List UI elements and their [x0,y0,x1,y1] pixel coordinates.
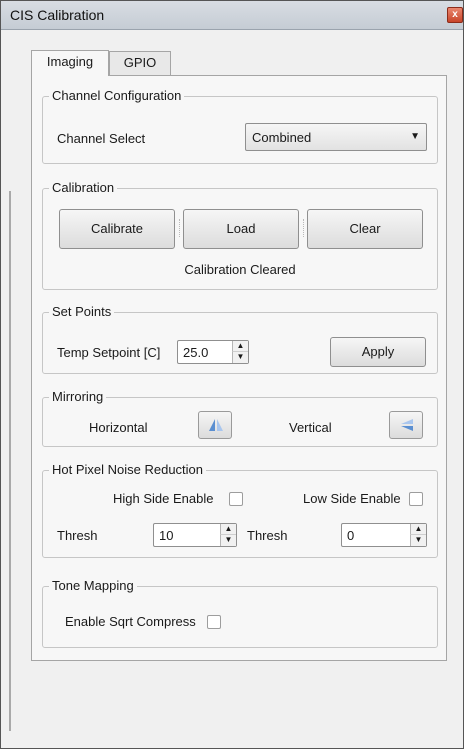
close-icon[interactable]: x [447,7,463,23]
tab-gpio[interactable]: GPIO [109,51,171,75]
calibration-title: Calibration [49,180,118,196]
app-window: CIS Calibration x Imaging GPIO Channel C… [0,0,464,749]
high-side-enable-label: High Side Enable [113,491,214,506]
thresh-high-spinbox[interactable]: 10 ▲ ▼ [153,523,237,547]
load-button[interactable]: Load [183,209,299,249]
spin-down-icon[interactable]: ▼ [410,535,426,546]
thresh-low-value: 0 [347,528,355,543]
chevron-down-icon: ▼ [410,131,420,142]
thresh-low-label: Thresh [247,528,288,543]
low-side-enable-checkbox[interactable] [409,492,423,506]
horizontal-label: Horizontal [89,420,148,435]
calibrate-button[interactable]: Calibrate [59,209,175,249]
mirror-horizontal-button[interactable] [198,411,232,439]
tone-mapping-group: Tone Mapping Enable Sqrt Compress [42,578,438,648]
thresh-low-spinbox[interactable]: 0 ▲ ▼ [341,523,427,547]
channel-select-value: Combined [252,130,312,145]
channel-configuration-group: Channel Configuration Channel Select Com… [42,88,438,164]
spin-up-icon[interactable]: ▲ [232,341,248,352]
enable-sqrt-compress-label: Enable Sqrt Compress [65,614,196,629]
apply-button[interactable]: Apply [330,337,426,367]
window-left-frame [9,191,11,731]
thresh-high-label: Thresh [57,528,98,543]
channel-configuration-title: Channel Configuration [49,88,185,104]
window-title: CIS Calibration [10,7,105,23]
title-bar[interactable]: CIS Calibration x [1,1,463,30]
button-separator [179,219,182,237]
high-side-enable-checkbox[interactable] [229,492,243,506]
channel-select-dropdown[interactable]: Combined ▼ [245,123,427,151]
set-points-group: Set Points Temp Setpoint [C] 25.0 ▲ ▼ Ap… [42,304,438,374]
button-separator [303,219,306,237]
spin-down-icon[interactable]: ▼ [220,535,236,546]
mirroring-group: Mirroring Horizontal Vertical [42,389,438,447]
tab-imaging[interactable]: Imaging [31,50,109,76]
spin-up-icon[interactable]: ▲ [220,524,236,535]
enable-sqrt-compress-checkbox[interactable] [207,615,221,629]
mirror-vertical-icon [401,419,413,431]
spin-up-icon[interactable]: ▲ [410,524,426,535]
temp-setpoint-label: Temp Setpoint [C] [57,345,161,360]
mirror-vertical-button[interactable] [389,411,423,439]
calibration-status: Calibration Cleared [184,262,296,277]
set-points-title: Set Points [49,304,115,320]
temp-setpoint-value: 25.0 [183,345,209,360]
clear-button[interactable]: Clear [307,209,423,249]
calibration-group: Calibration Calibrate Load Clear Calibra… [42,180,438,290]
hot-pixel-title: Hot Pixel Noise Reduction [49,462,207,478]
vertical-label: Vertical [289,420,332,435]
thresh-high-value: 10 [159,528,174,543]
mirror-horizontal-icon [209,419,223,431]
tone-mapping-title: Tone Mapping [49,578,137,594]
low-side-enable-label: Low Side Enable [303,491,401,506]
channel-select-label: Channel Select [57,131,146,146]
imaging-tab-panel: Channel Configuration Channel Select Com… [31,75,447,661]
temp-setpoint-spinbox[interactable]: 25.0 ▲ ▼ [177,340,249,364]
hot-pixel-noise-reduction-group: Hot Pixel Noise Reduction High Side Enab… [42,462,438,558]
mirroring-title: Mirroring [49,389,107,405]
spin-down-icon[interactable]: ▼ [232,352,248,363]
